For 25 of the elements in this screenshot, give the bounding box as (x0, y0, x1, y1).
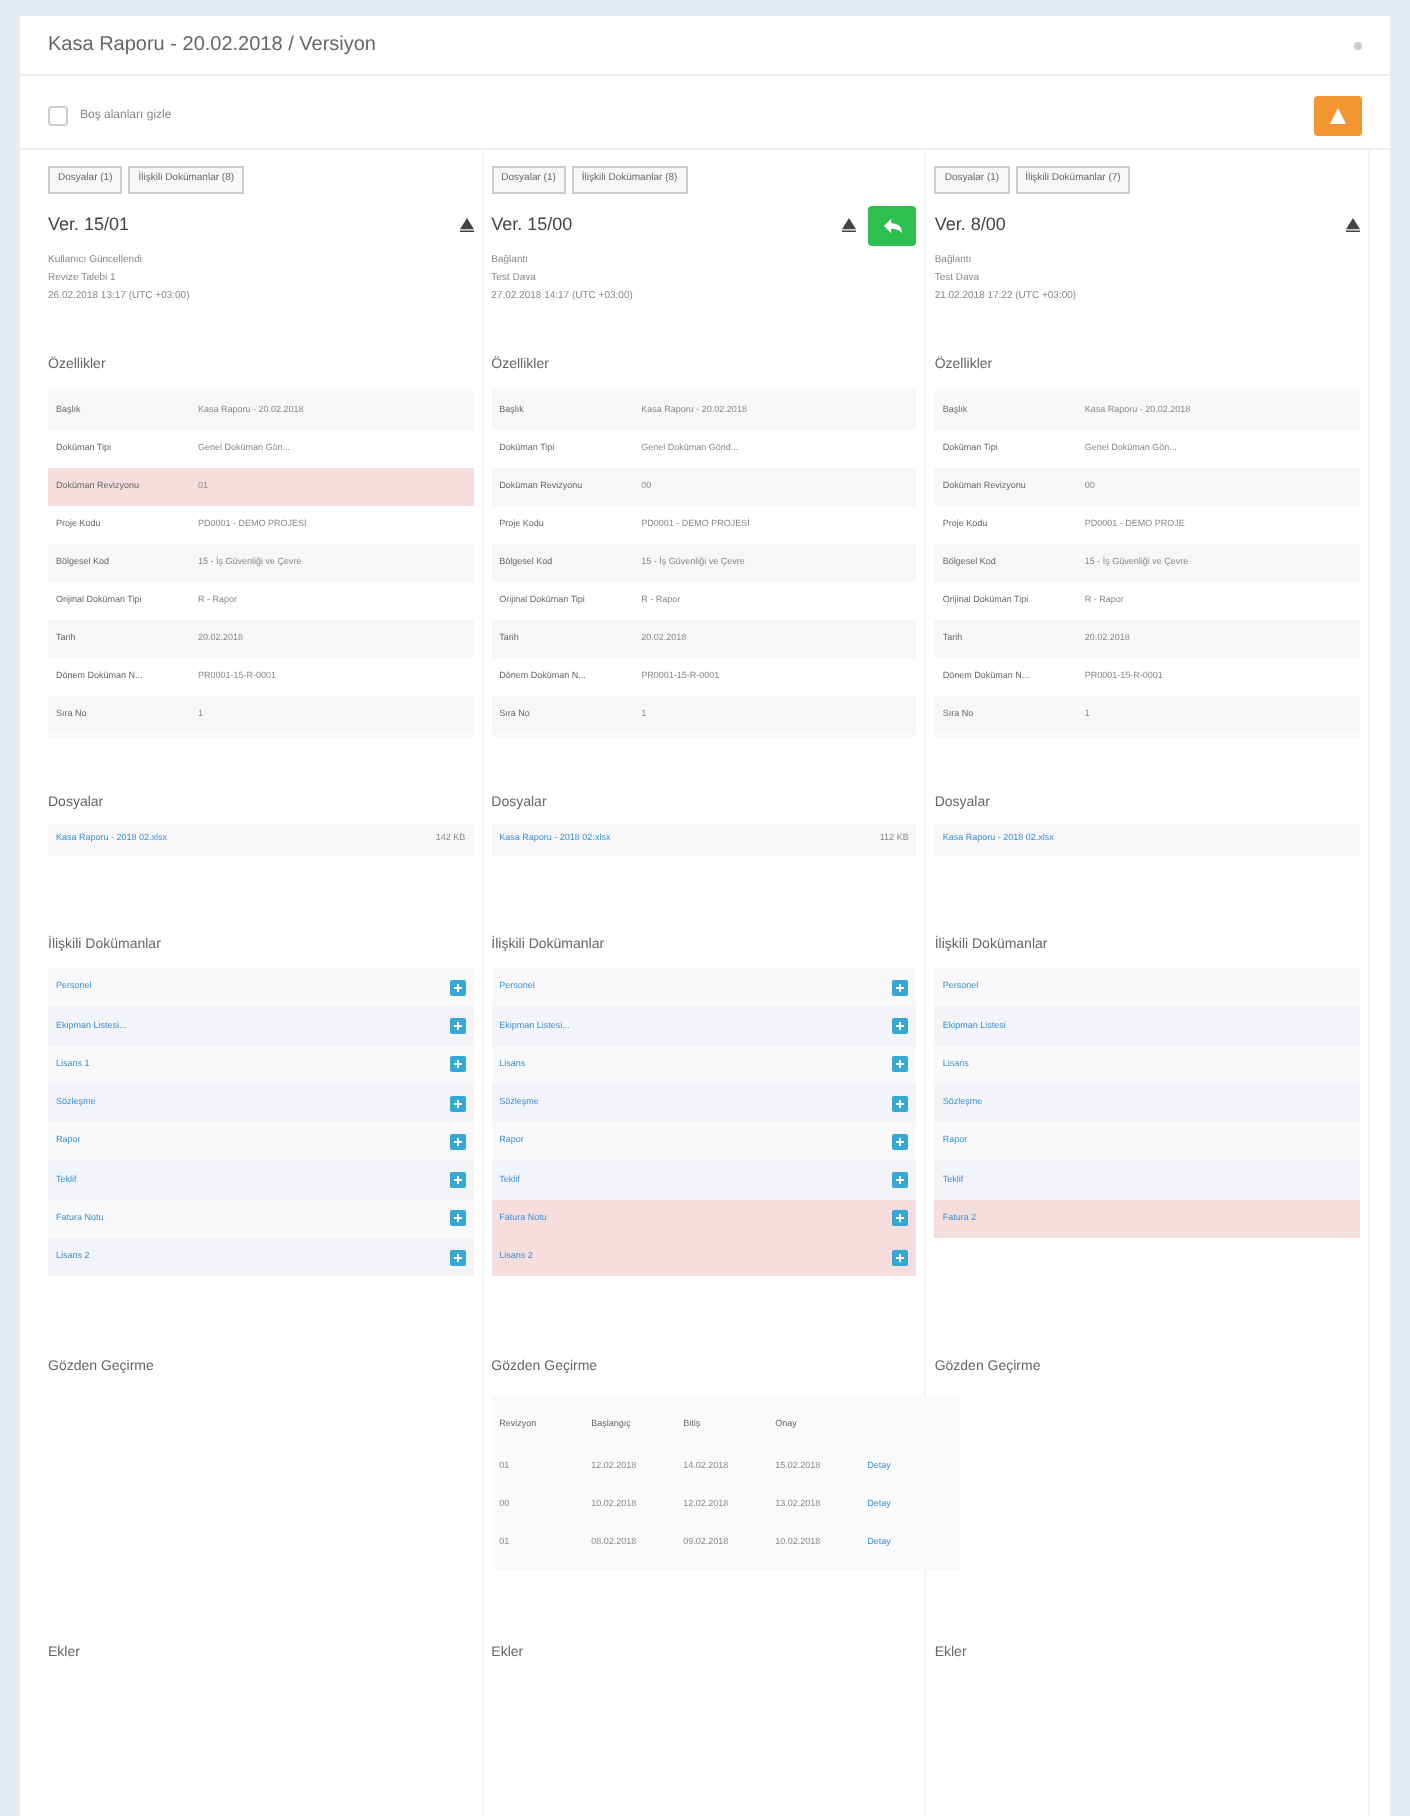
link-icon[interactable] (892, 1095, 909, 1112)
warning-icon (1330, 108, 1346, 124)
warning-button[interactable] (1314, 96, 1362, 136)
link-icon[interactable] (449, 1017, 466, 1034)
link-icon[interactable] (449, 1210, 466, 1227)
link-icon[interactable] (449, 1172, 466, 1189)
link-icon[interactable] (449, 1133, 466, 1150)
version-title: Ver. 15/00 (491, 211, 573, 238)
window-title: Kasa Raporu - 20.02.2018 / Versiyon (48, 32, 376, 60)
link-icon[interactable] (892, 979, 909, 996)
link-icon[interactable] (892, 1249, 909, 1266)
link-icon[interactable] (892, 1172, 909, 1189)
version-title: Ver. 15/01 (48, 211, 130, 238)
checkbox[interactable] (48, 106, 68, 126)
link-icon[interactable] (449, 1095, 466, 1112)
link-icon[interactable] (892, 1133, 909, 1150)
link-icon[interactable] (449, 1249, 466, 1266)
reply-icon (883, 217, 902, 233)
link-icon[interactable] (449, 1056, 466, 1073)
link-icon[interactable] (892, 1210, 909, 1227)
version-title: Ver. 8/00 (934, 211, 1006, 238)
link-icon[interactable] (892, 1017, 909, 1034)
link-icon[interactable] (892, 1056, 909, 1073)
restore-button[interactable] (868, 205, 917, 245)
link-icon[interactable] (449, 979, 466, 996)
